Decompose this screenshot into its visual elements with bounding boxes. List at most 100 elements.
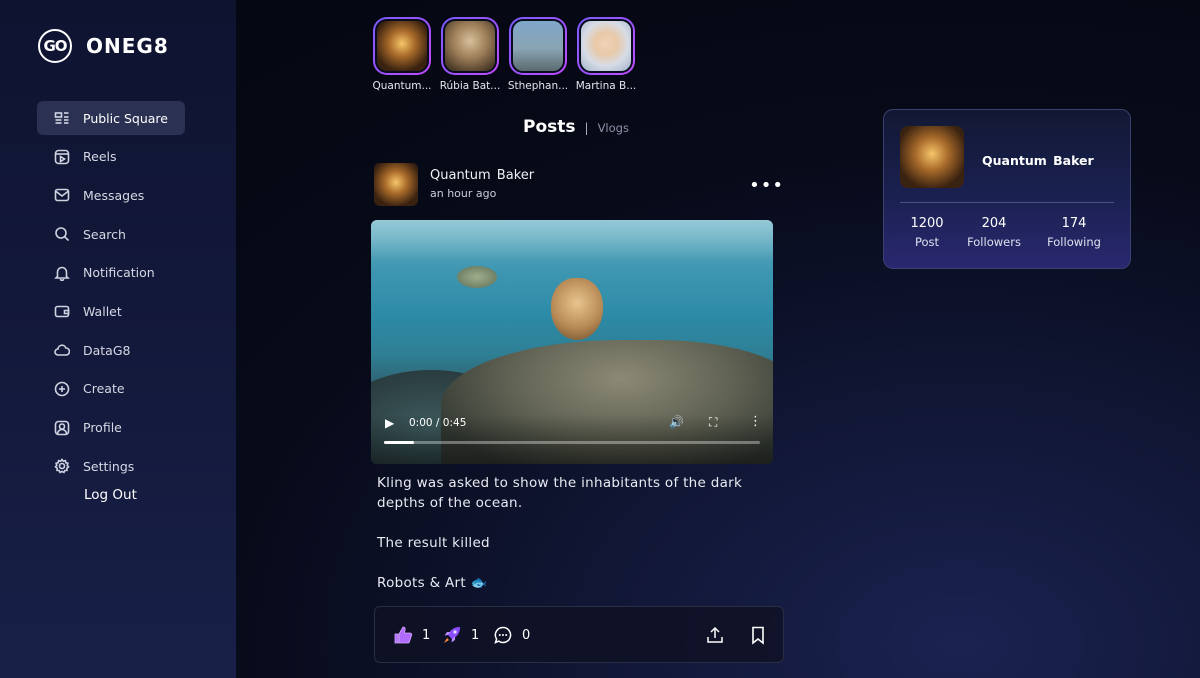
cloud-icon [53, 341, 71, 359]
story-name: Sthephan... [507, 80, 569, 92]
bookmark-button[interactable] [748, 625, 777, 645]
like-button[interactable]: 1 [393, 625, 430, 645]
share-icon [707, 626, 723, 643]
nav-label: DataG8 [83, 342, 131, 358]
post-author-avatar[interactable] [374, 163, 418, 206]
nav-label: Wallet [83, 303, 122, 319]
gear-icon [53, 457, 71, 475]
play-icon[interactable]: ▶ [385, 416, 394, 430]
post-video[interactable]: ▶ 0:00 / 0:45 🔊 ⛶ ⋮ [371, 220, 773, 464]
bell-icon [53, 264, 71, 282]
story-name: Rúbia Bat... [439, 80, 501, 92]
stat-value: 174 [1061, 216, 1087, 231]
fullscreen-icon[interactable]: ⛶ [709, 415, 717, 430]
story-item[interactable]: Martina B... [572, 17, 640, 92]
like-count: 1 [422, 627, 431, 643]
nav-label: Notification [83, 265, 155, 281]
post-author-name[interactable]: Quantum Baker [430, 168, 534, 183]
post-text-line: Kling was asked to show the inhabitants … [377, 475, 743, 511]
stat-value: 204 [981, 216, 1007, 231]
volume-icon[interactable]: 🔊 [669, 415, 684, 429]
comment-count: 0 [522, 627, 531, 643]
search-icon [53, 225, 71, 243]
video-more-icon[interactable]: ⋮ [749, 414, 762, 429]
nav-item-search[interactable]: Search [37, 217, 227, 251]
wallet-icon [53, 302, 71, 320]
boost-button[interactable]: 1 [442, 625, 479, 645]
divider [900, 202, 1114, 203]
nav-menu: Public Square Reels Messages Search Noti… [37, 101, 227, 488]
video-time: 0:00 / 0:45 [409, 417, 467, 429]
story-avatar [375, 19, 429, 73]
more-options-button[interactable]: ••• [749, 177, 784, 195]
nav-item-settings[interactable]: Settings [37, 449, 227, 483]
stat-label: Followers [967, 235, 1021, 249]
reels-icon [53, 148, 71, 166]
video-progress-bar[interactable] [384, 441, 760, 444]
logo-mark: GO [38, 29, 72, 63]
post-actions: 1 1 0 [374, 606, 784, 663]
logo[interactable]: GO ONEG8 [38, 29, 169, 63]
nav-label: Public Square [83, 110, 168, 126]
story-avatar [579, 19, 633, 73]
share-button[interactable] [705, 625, 734, 645]
thumbs-up-icon [394, 626, 413, 644]
story-ring [577, 17, 635, 75]
profile-icon [53, 419, 71, 437]
story-ring [441, 17, 499, 75]
tab-posts[interactable]: Posts [523, 117, 576, 137]
story-name: Martina B... [575, 80, 637, 92]
messages-icon [53, 186, 71, 204]
nav-item-public-square[interactable]: Public Square [37, 101, 185, 135]
feed-tabs: Posts | Vlogs [523, 117, 629, 137]
profile-name[interactable]: Quantum Baker [982, 153, 1094, 168]
story-item[interactable]: Rúbia Bat... [436, 17, 504, 92]
post-text-line: The result killed [377, 535, 490, 551]
post-header: Quantum Baker an hour ago ••• [374, 163, 786, 207]
stories-row: Quantum... Rúbia Bat... Sthephan... Mart… [368, 17, 640, 92]
nav-item-profile[interactable]: Profile [37, 411, 227, 445]
comment-button[interactable]: 0 [493, 625, 530, 645]
nav-label: Messages [83, 187, 145, 203]
profile-card: Quantum Baker 1200 Post 204 Followers 17… [883, 109, 1131, 269]
stat-followers[interactable]: 204 Followers [954, 216, 1034, 249]
logout-button[interactable]: Log Out [84, 487, 137, 503]
nav-label: Search [83, 226, 126, 242]
nav-label: Reels [83, 149, 117, 165]
story-avatar [511, 19, 565, 73]
post-timestamp: an hour ago [430, 187, 497, 200]
logo-text: ONEG8 [86, 34, 169, 58]
sidebar: GO ONEG8 Public Square Reels Messages Se… [0, 0, 236, 678]
tab-separator: | [584, 121, 589, 135]
story-item[interactable]: Quantum... [368, 17, 436, 92]
nav-label: Create [83, 381, 125, 397]
story-item[interactable]: Sthephan... [504, 17, 572, 92]
plus-icon [53, 380, 71, 398]
video-frame [371, 220, 773, 260]
video-frame [457, 266, 497, 288]
nav-label: Profile [83, 420, 122, 435]
post-body: Kling was asked to show the inhabitants … [377, 473, 777, 613]
nav-item-datag8[interactable]: DataG8 [37, 333, 227, 367]
stat-label: Following [1047, 235, 1101, 249]
post-text-line: Robots & Art 🐟 [377, 575, 488, 591]
story-ring [509, 17, 567, 75]
nav-item-wallet[interactable]: Wallet [37, 294, 227, 328]
nav-item-reels[interactable]: Reels [37, 140, 227, 174]
comment-icon [494, 626, 512, 644]
nav-item-messages[interactable]: Messages [37, 178, 227, 212]
bookmark-icon [752, 626, 764, 645]
story-name: Quantum... [372, 80, 432, 92]
nav-label: Settings [83, 458, 135, 474]
nav-item-notification[interactable]: Notification [37, 256, 227, 290]
public-square-icon [53, 109, 71, 127]
rocket-icon [444, 627, 460, 643]
profile-avatar[interactable] [900, 126, 964, 188]
video-frame [551, 278, 603, 340]
nav-item-create[interactable]: Create [37, 372, 227, 406]
boost-count: 1 [471, 627, 480, 643]
stat-following[interactable]: 174 Following [1034, 216, 1114, 249]
story-avatar [443, 19, 497, 73]
story-ring [373, 17, 431, 75]
tab-vlogs[interactable]: Vlogs [598, 121, 629, 135]
